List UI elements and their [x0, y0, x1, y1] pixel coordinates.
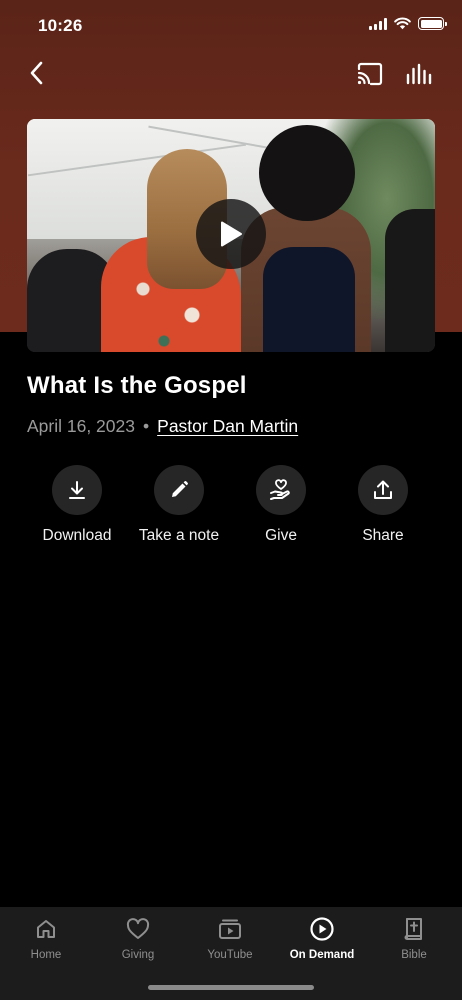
- video-player[interactable]: [27, 119, 435, 352]
- tab-bible-label: Bible: [401, 949, 427, 961]
- tab-giving-label: Giving: [121, 949, 155, 961]
- wifi-icon: [394, 17, 411, 30]
- bible-icon: [404, 918, 422, 940]
- cast-button[interactable]: [354, 58, 386, 90]
- home-indicator[interactable]: [148, 985, 314, 990]
- play-icon: [221, 221, 242, 247]
- tab-bible[interactable]: Bible: [368, 915, 460, 961]
- pencil-icon: [172, 481, 188, 497]
- give-button[interactable]: Give: [231, 465, 331, 545]
- chevron-left-icon: [30, 61, 43, 85]
- tab-home-label: Home: [30, 949, 62, 961]
- share-button[interactable]: Share: [333, 465, 433, 545]
- status-time: 10:26: [38, 16, 83, 35]
- take-note-label: Take a note: [138, 527, 220, 544]
- sermon-meta: April 16, 2023 • Pastor Dan Martin: [27, 416, 298, 437]
- youtube-icon: [219, 919, 241, 939]
- cast-icon: [357, 62, 383, 86]
- download-button[interactable]: Download: [27, 465, 127, 545]
- play-button[interactable]: [196, 199, 266, 269]
- tab-giving[interactable]: Giving: [92, 915, 184, 961]
- status-icons: [369, 17, 447, 30]
- give-label: Give: [265, 527, 297, 544]
- speaker-link[interactable]: Pastor Dan Martin: [157, 416, 298, 437]
- take-note-button[interactable]: Take a note: [129, 465, 229, 545]
- status-bar: 10:26: [0, 0, 462, 50]
- back-button[interactable]: [22, 58, 52, 88]
- tab-on-demand-label: On Demand: [289, 949, 355, 961]
- giving-hand-icon: [270, 479, 290, 500]
- tab-home[interactable]: Home: [0, 915, 92, 961]
- battery-icon: [418, 17, 447, 30]
- play-circle-icon: [310, 917, 334, 941]
- home-icon: [37, 920, 55, 938]
- download-label: Download: [42, 527, 112, 544]
- audio-button[interactable]: [402, 58, 436, 90]
- heart-icon: [126, 918, 150, 939]
- sermon-title: What Is the Gospel: [27, 372, 247, 399]
- action-row: Download Take a note Give Share: [0, 465, 462, 555]
- meta-separator: •: [143, 416, 150, 436]
- share-icon: [374, 480, 392, 499]
- sermon-date: April 16, 2023: [27, 416, 135, 436]
- tab-youtube[interactable]: YouTube: [184, 915, 276, 961]
- tab-on-demand[interactable]: On Demand: [276, 915, 368, 961]
- tab-youtube-label: YouTube: [207, 949, 253, 961]
- share-label: Share: [362, 527, 404, 544]
- audio-bars-icon: [406, 63, 432, 85]
- cellular-signal-icon: [369, 17, 387, 30]
- download-icon: [69, 481, 85, 499]
